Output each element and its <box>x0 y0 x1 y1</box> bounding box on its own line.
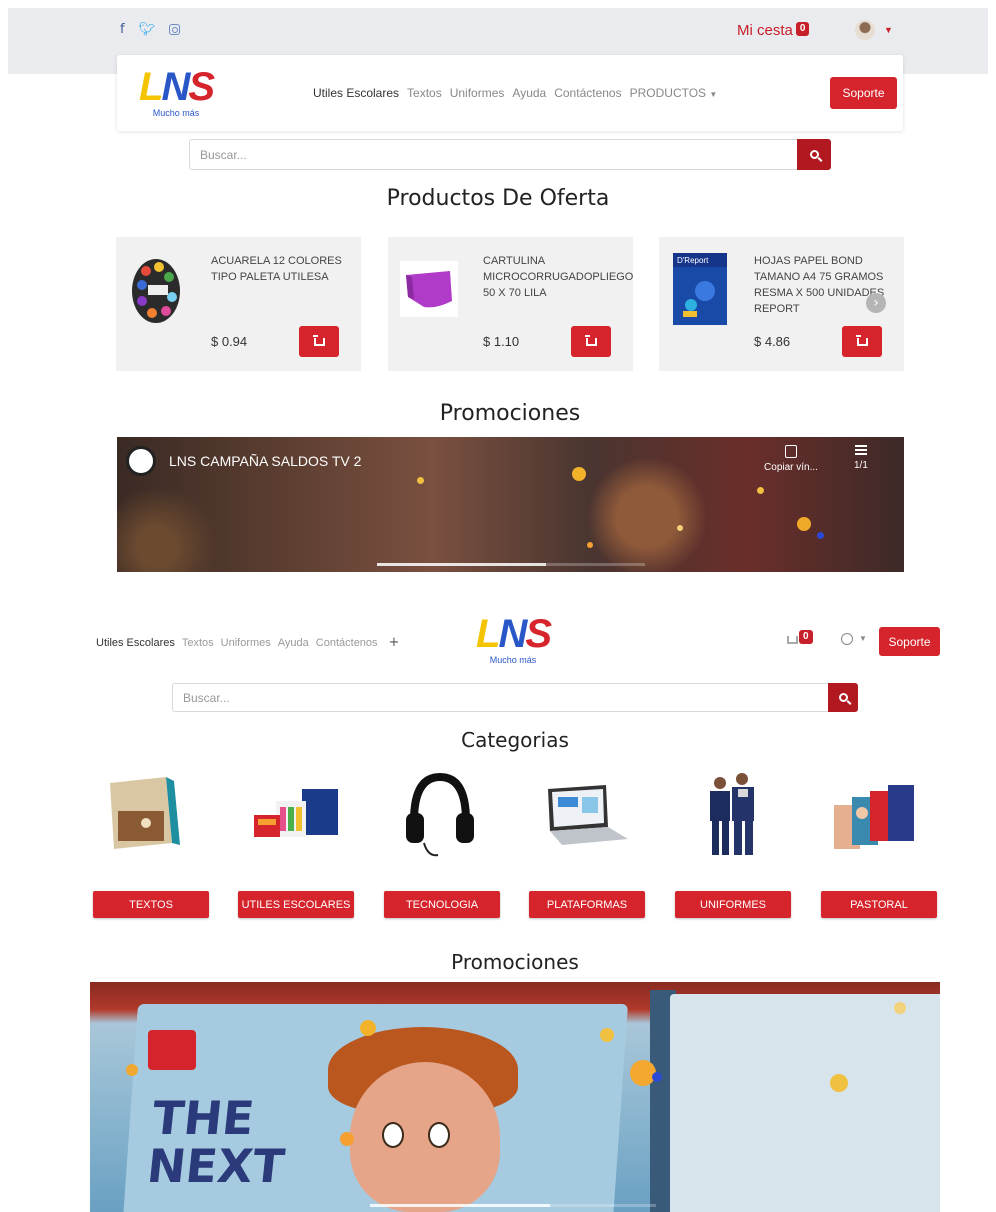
search-bar: Buscar... <box>189 139 831 170</box>
pastoral-category-image[interactable] <box>816 771 924 859</box>
category-button-textos[interactable]: TEXTOS <box>93 891 209 918</box>
promos-title: Promociones <box>451 950 579 974</box>
nav-uniformes[interactable]: Uniformes <box>450 86 505 100</box>
offer-price: $ 0.94 <box>211 334 248 349</box>
search-input[interactable]: Buscar... <box>172 683 828 712</box>
search-bar: Buscar... <box>172 683 858 712</box>
brand-logo[interactable]: LNS Mucho más <box>139 67 215 118</box>
user-icon[interactable] <box>841 633 853 645</box>
copy-icon <box>785 445 797 458</box>
illustration-eye <box>428 1122 450 1148</box>
plataformas-category-image[interactable] <box>528 771 636 859</box>
channel-logo[interactable] <box>126 446 156 476</box>
support-button[interactable]: Soporte <box>830 77 897 109</box>
cart-count-badge: 0 <box>799 630 813 644</box>
promo-video-player[interactable]: THE NEXT <box>90 982 940 1212</box>
search-icon <box>838 693 848 702</box>
search-button[interactable] <box>797 139 831 170</box>
nav-links-compact: Utiles Escolares Textos Uniformes Ayuda … <box>96 635 399 650</box>
chevron-down-icon[interactable]: ▼ <box>859 634 867 643</box>
nav-ayuda[interactable]: Ayuda <box>512 86 546 100</box>
video-title[interactable]: LNS CAMPAÑA SALDOS TV 2 <box>169 453 361 469</box>
playlist-count: 1/1 <box>854 460 868 471</box>
support-button[interactable]: Soporte <box>879 627 940 656</box>
nav-utiles-escolares[interactable]: Utiles Escolares <box>313 86 399 100</box>
offer-card[interactable]: CARTULINA MICROCORRUGADOPLIEGO 50 X 70 L… <box>388 237 633 371</box>
add-to-cart-button[interactable] <box>842 326 882 357</box>
offer-card[interactable]: ACUARELA 12 COLORES TIPO PALETA UTILESA … <box>116 237 361 371</box>
uniformes-category-image[interactable] <box>672 771 780 859</box>
copy-link-label: Copiar vín... <box>764 462 818 473</box>
notebook-brand-logo <box>148 1030 196 1070</box>
utiles-escolares-category-image[interactable] <box>240 771 348 859</box>
textos-category-image[interactable] <box>96 771 204 859</box>
chevron-down-icon[interactable]: ▼ <box>884 25 893 35</box>
category-button-tecnologia[interactable]: TECNOLOGIA <box>384 891 500 918</box>
video-progress-fill <box>370 1204 551 1207</box>
nav-textos[interactable]: Textos <box>182 637 214 649</box>
cart-link[interactable]: Mi cesta 0 <box>737 22 810 39</box>
nav-links: Utiles Escolares Textos Uniformes Ayuda … <box>313 86 717 100</box>
carousel-next-icon[interactable]: › <box>866 293 886 313</box>
notebook-cover-text: THE NEXT <box>144 1091 288 1193</box>
cart-icon <box>584 334 597 346</box>
paper-ream-image: D'Report <box>673 253 727 325</box>
search-input[interactable]: Buscar... <box>189 139 797 170</box>
cart-icon <box>312 334 325 346</box>
category-button-uniformes[interactable]: UNIFORMES <box>675 891 791 918</box>
notebook-back-image <box>670 994 940 1212</box>
categories-title: Categorias <box>461 728 569 752</box>
cardboard-image <box>400 261 458 317</box>
playlist-button[interactable]: 1/1 <box>854 445 868 471</box>
cart-link[interactable]: 0 <box>787 630 813 644</box>
nav-utiles-escolares[interactable]: Utiles Escolares <box>96 637 175 649</box>
offer-price: $ 1.10 <box>483 334 520 349</box>
nav-contactenos[interactable]: Contáctenos <box>316 637 378 649</box>
social-links: f 🐦︎ <box>120 22 181 37</box>
copy-link-button[interactable]: Copiar vín... <box>761 445 821 473</box>
playlist-icon <box>854 445 867 455</box>
illustration-face <box>350 1062 500 1212</box>
offer-price: $ 4.86 <box>754 334 791 349</box>
category-button-utiles-escolares[interactable]: UTILES ESCOLARES <box>238 891 354 918</box>
promos-title: Promociones <box>439 401 581 426</box>
nav-textos[interactable]: Textos <box>407 86 442 100</box>
illustration-eye <box>382 1122 404 1148</box>
main-navbar: LNS Mucho más Utiles Escolares Textos Un… <box>117 55 903 131</box>
search-button[interactable] <box>828 683 858 712</box>
nav-uniformes[interactable]: Uniformes <box>221 637 271 649</box>
chevron-down-icon: ▼ <box>709 90 718 99</box>
instagram-icon[interactable] <box>169 24 181 35</box>
cart-icon <box>855 334 868 346</box>
offer-name[interactable]: ACUARELA 12 COLORES TIPO PALETA UTILESA <box>211 253 356 285</box>
cart-label: Mi cesta <box>737 22 793 39</box>
add-to-cart-button[interactable] <box>299 326 339 357</box>
category-button-pastoral[interactable]: PASTORAL <box>821 891 937 918</box>
nav-ayuda[interactable]: Ayuda <box>278 637 309 649</box>
tecnologia-category-image[interactable] <box>384 771 492 859</box>
video-progress-fill <box>377 563 546 566</box>
brand-tagline: Mucho más <box>152 108 200 118</box>
cart-count-badge: 0 <box>795 22 810 36</box>
offers-title: Productos De Oferta <box>386 186 610 211</box>
promo-video-player[interactable]: LNS CAMPAÑA SALDOS TV 2 Copiar vín... 1/… <box>117 437 904 572</box>
add-to-cart-button[interactable] <box>571 326 611 357</box>
twitter-icon[interactable]: 🐦︎ <box>139 22 156 37</box>
watercolor-palette-image <box>132 259 180 323</box>
brand-logo[interactable]: LNS Mucho más <box>476 614 552 665</box>
facebook-icon[interactable]: f <box>120 22 125 37</box>
nav-productos-dropdown[interactable]: PRODUCTOS ▼ <box>630 86 718 100</box>
video-progress-bar[interactable] <box>377 563 645 566</box>
plus-icon[interactable]: + <box>389 635 400 650</box>
svg-text:D'Report: D'Report <box>677 256 709 265</box>
video-progress-bar[interactable] <box>370 1204 656 1207</box>
brand-tagline: Mucho más <box>489 655 537 665</box>
user-avatar[interactable] <box>855 20 875 40</box>
search-icon <box>809 150 819 159</box>
nav-contactenos[interactable]: Contáctenos <box>554 86 621 100</box>
category-button-plataformas[interactable]: PLATAFORMAS <box>529 891 645 918</box>
offer-name[interactable]: CARTULINA MICROCORRUGADOPLIEGO 50 X 70 L… <box>483 253 633 301</box>
cart-icon <box>787 636 798 644</box>
